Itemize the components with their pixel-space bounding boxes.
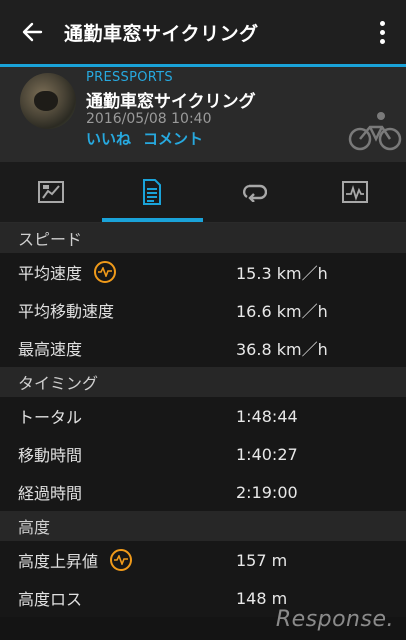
section-header-elevation: 高度: [0, 511, 406, 541]
stat-label: 平均移動速度: [18, 302, 115, 321]
laps-icon: [242, 184, 267, 202]
stat-value: 36.8 km／h: [236, 340, 328, 359]
like-link[interactable]: いいね: [86, 128, 131, 149]
stat-row: 経過時間 2:19:00: [0, 473, 406, 511]
source-name[interactable]: PRESSPORTS: [86, 70, 173, 85]
stat-value: 157 m: [236, 550, 288, 570]
stats-list: スピード 平均速度 15.3 km／h 平均移動速度 16.6 km／h 最高速…: [0, 223, 406, 640]
stat-row: 平均速度 15.3 km／h: [0, 253, 406, 291]
chart-icon: [342, 181, 369, 203]
activity-date: 2016/05/08 10:40: [86, 111, 212, 127]
cycling-icon: [348, 112, 402, 151]
dot: [379, 38, 385, 44]
avatar[interactable]: [20, 73, 76, 129]
dot: [379, 29, 385, 35]
stat-row: 最高速度 36.8 km／h: [0, 329, 406, 367]
overflow-menu-button[interactable]: [376, 16, 388, 48]
activity-title: 通勤車窓サイクリング: [86, 92, 256, 112]
tab-laps[interactable]: [203, 162, 305, 222]
tab-bar: [0, 162, 406, 223]
stat-label: 高度上昇値: [18, 552, 99, 571]
stat-value: 16.6 km／h: [236, 302, 328, 321]
stat-label: 経過時間: [18, 484, 83, 503]
stat-row: トータル 1:48:44: [0, 397, 406, 435]
page-title: 通勤車窓サイクリング: [64, 22, 259, 45]
stat-label: 平均速度: [18, 264, 83, 283]
section-header-timing: タイミング: [0, 367, 406, 397]
back-button[interactable]: [0, 0, 64, 64]
tab-details[interactable]: [101, 162, 204, 222]
tab-chart[interactable]: [305, 162, 406, 222]
stat-label: 移動時間: [18, 446, 83, 465]
pulse-icon[interactable]: [94, 261, 116, 283]
stat-label: 高度ロス: [18, 590, 83, 609]
arrow-left-icon: [22, 22, 43, 42]
overview-icon: [37, 181, 64, 203]
activity-header: PRESSPORTS 通勤車窓サイクリング 2016/05/08 10:40 い…: [0, 67, 406, 162]
stat-value: 2:19:00: [236, 482, 298, 502]
stat-value: 1:48:44: [236, 406, 298, 426]
stat-row: 平均移動速度 16.6 km／h: [0, 291, 406, 329]
details-icon: [143, 179, 162, 205]
app-bar: 通勤車窓サイクリング: [0, 0, 406, 64]
dot: [379, 20, 385, 26]
comment-link[interactable]: コメント: [143, 128, 203, 149]
stat-value: 1:40:27: [236, 444, 298, 464]
pulse-icon[interactable]: [110, 549, 132, 571]
stat-row: 高度上昇値 157 m: [0, 541, 406, 579]
section-header-speed: スピード: [0, 223, 406, 253]
watermark-logo: Response.: [275, 607, 394, 632]
stat-label: トータル: [18, 408, 83, 427]
tab-overview[interactable]: [0, 162, 102, 222]
stat-value: 148 m: [236, 588, 288, 608]
stat-label: 最高速度: [18, 340, 83, 359]
stat-row: 移動時間 1:40:27: [0, 435, 406, 473]
stat-value: 15.3 km／h: [236, 264, 328, 283]
